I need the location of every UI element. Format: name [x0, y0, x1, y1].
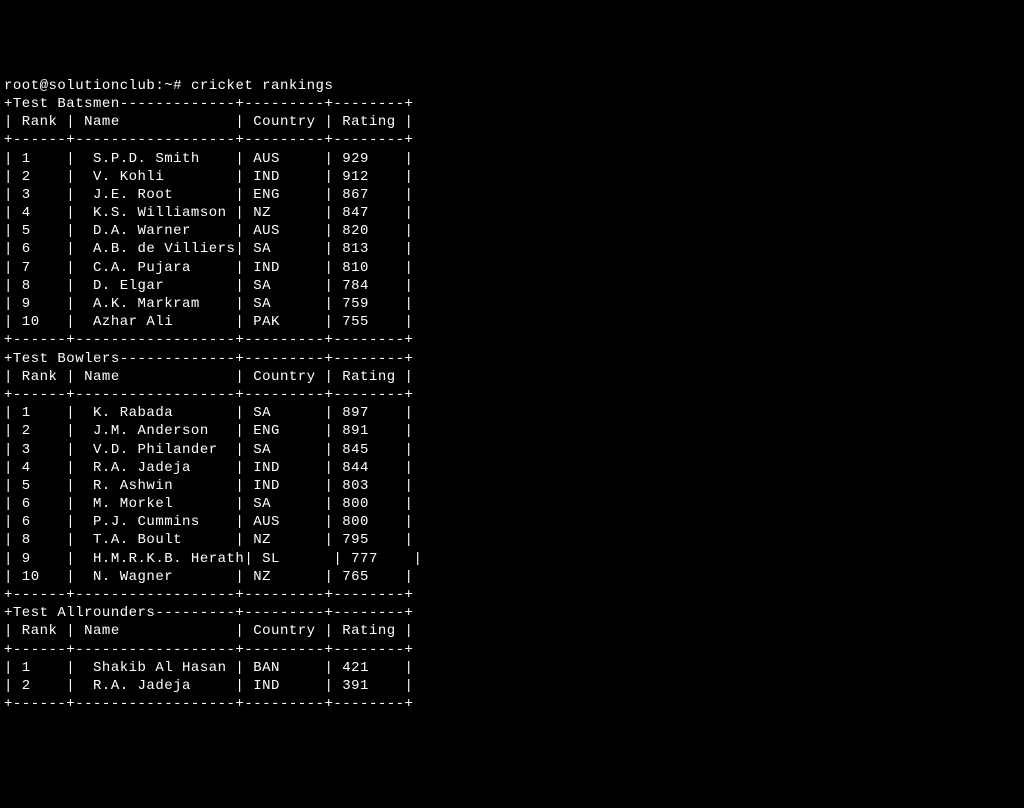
shell-command[interactable]: cricket rankings — [191, 78, 333, 94]
shell-prompt: root@solutionclub:~# — [4, 78, 191, 94]
tables-container: +Test Batsmen-------------+---------+---… — [4, 95, 1020, 713]
terminal-output: root@solutionclub:~# cricket rankings +T… — [4, 77, 1020, 714]
